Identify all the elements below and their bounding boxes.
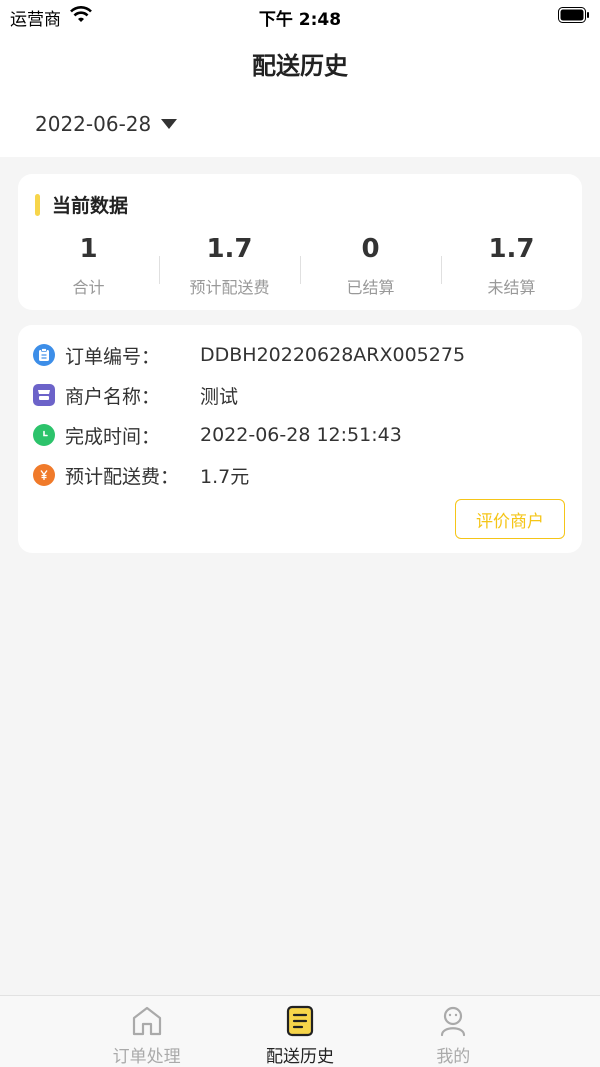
stat-estimated-fee: 1.7 预计配送费 xyxy=(159,232,300,298)
stat-value: 1 xyxy=(79,234,98,264)
stat-label: 合计 xyxy=(72,278,105,297)
stat-value: 0 xyxy=(361,234,380,264)
battery-icon xyxy=(558,7,589,23)
tab-label: 我的 xyxy=(436,1047,471,1067)
store-icon xyxy=(33,384,55,406)
date-value: 2022-06-28 xyxy=(35,112,152,136)
tab-delivery-history[interactable]: 配送历史 xyxy=(223,996,376,1067)
document-icon xyxy=(286,1005,314,1037)
review-merchant-button[interactable]: 评价商户 xyxy=(455,499,565,539)
order-card[interactable]: 订单编号： DDBH20220628ARX005275 商户名称： 测试 完成时… xyxy=(18,325,582,553)
stat-label: 已结算 xyxy=(346,278,395,297)
stat-label: 未结算 xyxy=(487,278,536,297)
completion-time-row: 完成时间： 2022-06-28 12:51:43 xyxy=(33,420,402,450)
tab-mine[interactable]: 我的 xyxy=(377,996,530,1067)
date-picker[interactable]: 2022-06-28 xyxy=(35,112,178,136)
clipboard-icon xyxy=(33,344,55,366)
date-filter-bar: 2022-06-28 xyxy=(0,92,600,157)
row-label: 预计配送费： xyxy=(65,465,180,488)
caret-down-icon xyxy=(161,119,178,129)
merchant-name-value: 测试 xyxy=(200,385,239,408)
tab-label: 订单处理 xyxy=(112,1047,181,1067)
page-title: 配送历史 xyxy=(252,52,348,80)
stat-total: 1 合计 xyxy=(18,232,159,298)
clock-icon xyxy=(33,424,55,446)
navigation-bar: 配送历史 xyxy=(0,32,600,92)
estimated-fee-value: 1.7元 xyxy=(200,465,250,488)
user-icon xyxy=(441,1006,466,1037)
stat-label: 预计配送费 xyxy=(189,278,270,297)
stat-value: 1.7 xyxy=(488,234,535,264)
row-label: 完成时间： xyxy=(65,425,161,448)
yen-icon xyxy=(33,464,55,486)
estimated-fee-row: 预计配送费： 1.7元 xyxy=(33,460,249,490)
merchant-name-row: 商户名称： 测试 xyxy=(33,380,238,410)
completion-time-value: 2022-06-28 12:51:43 xyxy=(200,424,402,446)
stat-unsettled: 1.7 未结算 xyxy=(441,232,582,298)
order-number-row: 订单编号： DDBH20220628ARX005275 xyxy=(33,340,465,370)
order-number-value: DDBH20220628ARX005275 xyxy=(200,344,466,366)
home-icon xyxy=(132,1006,161,1036)
summary-title: 当前数据 xyxy=(52,195,129,217)
tab-order-processing[interactable]: 订单处理 xyxy=(70,996,223,1067)
tab-label: 配送历史 xyxy=(265,1047,334,1067)
status-bar: 运营商 下午 2:48 xyxy=(0,0,600,32)
tab-bar: 订单处理 配送历史 我的 xyxy=(0,995,600,1067)
accent-bar xyxy=(35,193,40,216)
row-label: 订单编号： xyxy=(65,345,161,368)
summary-card: 当前数据 1 合计 1.7 预计配送费 0 已结算 1.7 未结算 xyxy=(18,174,582,310)
stats-row: 1 合计 1.7 预计配送费 0 已结算 1.7 未结算 xyxy=(18,232,582,298)
summary-header: 当前数据 xyxy=(35,191,128,218)
row-label: 商户名称： xyxy=(65,385,161,408)
stat-value: 1.7 xyxy=(206,234,253,264)
stat-settled: 0 已结算 xyxy=(300,232,441,298)
status-time: 下午 2:48 xyxy=(258,10,342,30)
